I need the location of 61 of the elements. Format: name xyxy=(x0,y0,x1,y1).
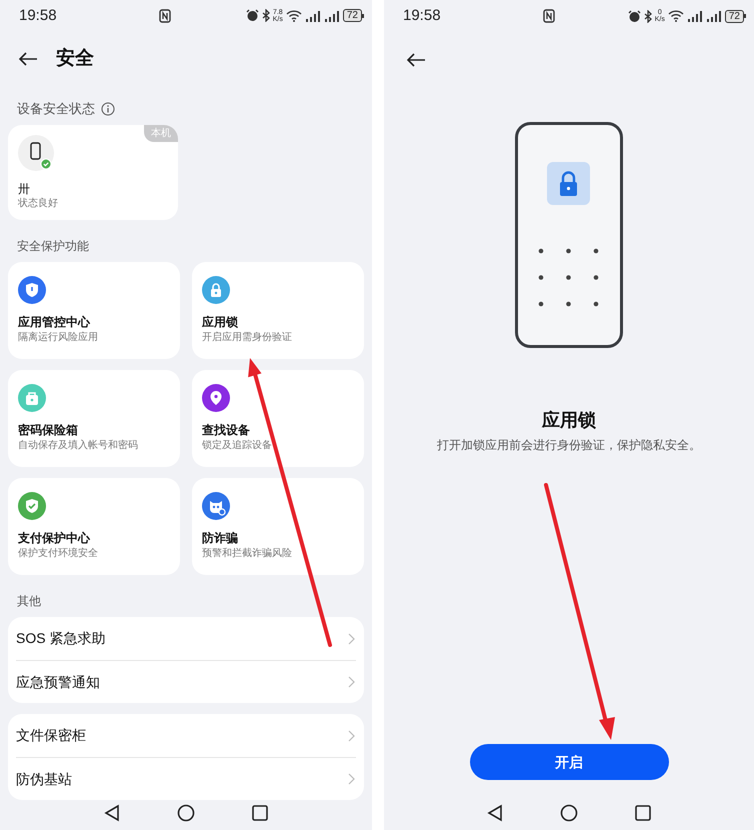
bluetooth-icon xyxy=(262,9,270,22)
back-arrow-icon[interactable] xyxy=(18,51,38,68)
home-nav-icon[interactable] xyxy=(560,804,578,822)
battery-level: 72 xyxy=(342,9,362,22)
list-row[interactable]: 应急预警通知 xyxy=(16,660,356,704)
chevron-icon xyxy=(348,632,356,645)
feature-title: 应用管控中心 xyxy=(18,314,92,330)
info-icon xyxy=(101,102,115,116)
feature-title: 防诈骗 xyxy=(202,530,239,546)
feature-subtitle: 预警和拦截诈骗风险 xyxy=(202,546,293,562)
wifi-icon xyxy=(668,10,684,22)
back-arrow-icon[interactable] xyxy=(406,52,426,68)
feature-title: 查找设备 xyxy=(202,422,251,438)
battery-level: 72 xyxy=(724,10,744,22)
recents-nav-icon[interactable] xyxy=(251,804,269,822)
recents-nav-icon[interactable] xyxy=(634,804,652,822)
list-row[interactable]: SOS 紧急求助 xyxy=(16,617,356,660)
home-nav-icon[interactable] xyxy=(177,804,195,822)
phone-status-icon xyxy=(18,134,56,173)
section-label: 设备安全状态 xyxy=(17,100,95,118)
feature-heading: 应用锁 xyxy=(540,409,597,432)
chevron-icon xyxy=(348,676,356,688)
signal-icon xyxy=(706,10,722,22)
feature-subtitle: 锁定及追踪设备 xyxy=(202,438,273,454)
device-name: 卅 xyxy=(18,180,31,197)
enable-button[interactable]: 开启 xyxy=(470,744,668,780)
device-status: 状态良好 xyxy=(18,196,59,211)
feature-title: 应用锁 xyxy=(202,314,239,330)
back-nav-icon[interactable] xyxy=(486,804,504,822)
status-time: 19:58 xyxy=(19,6,58,26)
list-row[interactable]: 防伪基站 xyxy=(16,757,356,800)
wifi-icon xyxy=(286,10,302,22)
feature-card[interactable]: 防诈骗 预警和拦截诈骗风险 xyxy=(192,478,364,576)
alarm-icon xyxy=(246,9,259,22)
feature-subtitle: 隔离运行风险应用 xyxy=(18,330,99,346)
nfc-icon xyxy=(543,9,555,23)
feature-card[interactable]: 应用管控中心 隔离运行风险应用 xyxy=(8,262,180,360)
section-label: 其他 xyxy=(16,593,42,610)
alarm-icon xyxy=(628,10,641,22)
feature-subtitle: 保护支付环境安全 xyxy=(18,546,99,562)
chevron-icon xyxy=(348,773,356,786)
page-title: 安全 xyxy=(56,46,94,71)
feature-card[interactable]: 支付保护中心 保护支付环境安全 xyxy=(8,478,180,576)
chevron-icon xyxy=(348,730,356,742)
nfc-icon xyxy=(159,8,171,23)
feature-card[interactable]: 查找设备 锁定及追踪设备 xyxy=(192,370,364,468)
list-row[interactable]: 文件保密柜 xyxy=(16,714,356,758)
feature-title: 密码保险箱 xyxy=(18,422,79,438)
feature-title: 支付保护中心 xyxy=(18,530,92,546)
back-nav-icon[interactable] xyxy=(103,804,121,822)
signal-icon xyxy=(686,10,703,22)
feature-subtitle: 自动保存及填入帐号和密码 xyxy=(18,438,139,454)
section-label: 安全保护功能 xyxy=(16,238,90,254)
feature-card[interactable]: 应用锁 开启应用需身份验证 xyxy=(192,262,364,360)
status-time: 19:58 xyxy=(403,6,442,26)
bluetooth-icon xyxy=(644,10,652,22)
feature-subtitle: 开启应用需身份验证 xyxy=(202,330,293,346)
feature-description: 打开加锁应用前会进行身份验证，保护隐私安全。 xyxy=(436,437,702,454)
signal-icon xyxy=(304,10,321,22)
feature-card[interactable]: 密码保险箱 自动保存及填入帐号和密码 xyxy=(8,370,180,468)
signal-icon xyxy=(324,10,340,22)
